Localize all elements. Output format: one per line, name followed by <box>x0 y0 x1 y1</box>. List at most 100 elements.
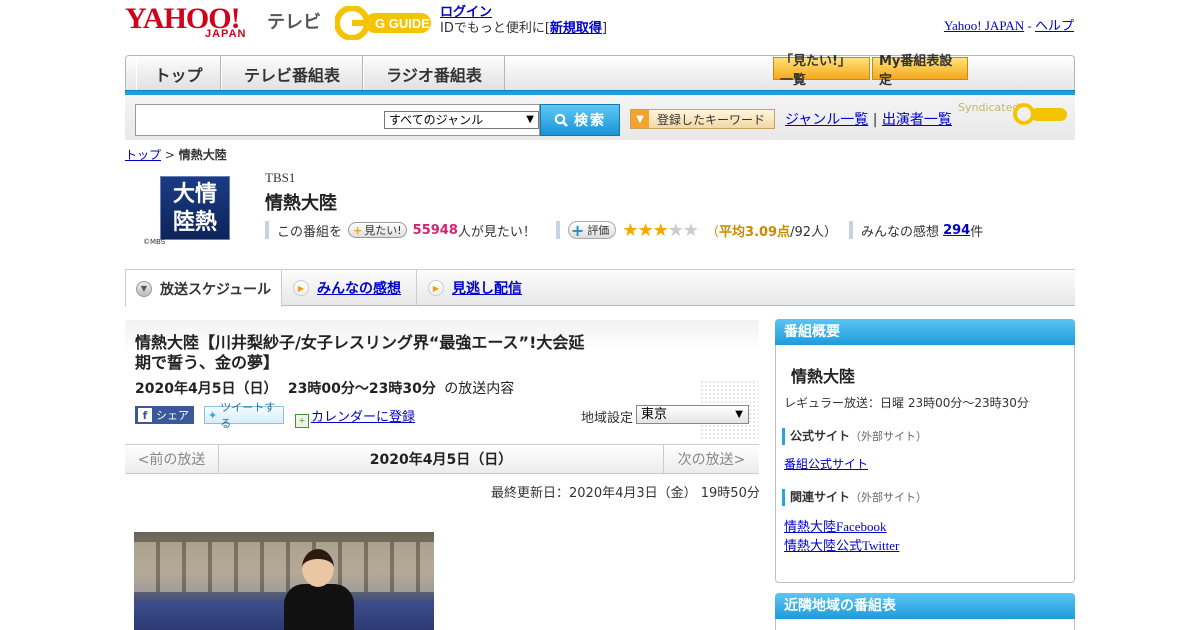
registered-keyword-button[interactable]: ▼ 登録したキーワード <box>630 109 775 129</box>
facebook-icon: f <box>138 408 152 422</box>
tab-schedule-label: 放送スケジュール <box>160 281 272 298</box>
login-link[interactable]: ログイン <box>440 5 492 20</box>
facebook-share-label: シェア <box>156 409 189 422</box>
photo-person-body <box>284 584 354 630</box>
program-thumbnail: 大情 陸熱 <box>160 176 230 240</box>
nearby-schedule-heading: 近隣地域の番組表 <box>775 593 1075 619</box>
header-separator: - <box>1027 18 1032 33</box>
calendar-icon: + <box>295 414 309 428</box>
breadcrumb-top-link[interactable]: トップ <box>125 148 161 162</box>
genre-select-value: すべてのジャンル <box>389 113 484 127</box>
official-site-label: 公式サイト <box>790 429 851 443</box>
mitai-list-button[interactable]: 「見たい!」一覧 <box>773 54 870 88</box>
rating-average: （平均3.09点/92人） <box>706 221 837 240</box>
copyright-label: ©MBS <box>143 238 166 246</box>
breadcrumb: トップ > 情熱大陸 <box>125 146 227 163</box>
related-link-facebook[interactable]: 情熱大陸Facebook <box>784 516 887 535</box>
main-nav: トップ テレビ番組表 ラジオ番組表 「見たい!」一覧 My番組表設定 <box>125 54 1075 91</box>
search-links-divider: | <box>872 112 878 128</box>
external-note: （外部サイト） <box>850 430 928 443</box>
episode-date-suffix: の放送内容 <box>444 381 515 397</box>
rating-average-value: 平均3.09点 <box>719 224 791 240</box>
rating-button[interactable]: + 評価 <box>567 220 617 240</box>
program-stats: この番組を + 見たい! 55948 人が見たい！ + 評価 ★★★★★ （平均3.… <box>265 219 984 241</box>
rating-average-count: /92人） <box>790 224 838 240</box>
episode-photo <box>134 532 434 630</box>
reviews-prefix: みんなの感想 <box>861 224 940 240</box>
help-link[interactable]: ヘルプ <box>1035 18 1074 33</box>
tweet-label: ツイートする <box>220 401 276 430</box>
triangle-right-icon: ▶ <box>428 280 444 296</box>
episode-date: 2020年4月5日（日） <box>135 381 278 397</box>
search-icon <box>554 113 568 127</box>
nav-tab-tv-schedule[interactable]: テレビ番組表 <box>221 56 363 91</box>
login-prompt: IDでもっと便利に[ <box>440 21 550 36</box>
nav-tab-top[interactable]: トップ <box>136 56 221 91</box>
program-tabs: ▼ 放送スケジュール ▶ みんなの感想 ▶ 見逃し配信 <box>125 269 1075 307</box>
register-link[interactable]: 新規取得 <box>550 21 602 36</box>
tv-logo-text[interactable]: テレビ <box>267 8 321 34</box>
facebook-share-button[interactable]: f シェア <box>135 406 194 424</box>
cast-list-link[interactable]: 出演者一覧 <box>882 112 952 128</box>
prev-broadcast-button[interactable]: <前の放送 <box>125 445 219 473</box>
photo-person <box>284 544 354 630</box>
top-right-links: Yahoo! JAPAN - ヘルプ <box>944 15 1074 34</box>
plus-icon: + <box>570 220 585 240</box>
calendar-register-link[interactable]: カレンダーに登録 <box>311 410 415 425</box>
star-empty-icon: ★ <box>682 219 699 241</box>
program-thumbnail-line1: 大情 <box>172 182 217 207</box>
overview-program-name: 情熱大陸 <box>791 367 856 386</box>
region-label: 地域設定 <box>581 411 634 426</box>
program-title: 情熱大陸 <box>265 193 337 214</box>
tab-schedule[interactable]: ▼ 放送スケジュール <box>125 269 282 307</box>
episode-datetime: 2020年4月5日（日） 23時00分～23時30分 の放送内容 <box>135 378 514 398</box>
search-button[interactable]: 検索 <box>540 104 620 136</box>
stats-divider <box>265 221 269 239</box>
triangle-right-icon: ▶ <box>293 280 309 296</box>
rating-stars: ★★★★★ <box>622 219 699 241</box>
login-prompt-end: ] <box>601 21 608 36</box>
registered-keyword-label: 登録したキーワード <box>657 112 766 127</box>
tab-reviews-link[interactable]: みんなの感想 <box>317 278 401 298</box>
external-note: （外部サイト） <box>850 491 928 504</box>
yahoo-japan-link[interactable]: Yahoo! JAPAN <box>944 18 1024 33</box>
reviews-suffix: 件 <box>970 224 984 240</box>
want-to-watch-button[interactable]: + 見たい! <box>348 222 407 238</box>
tweet-button[interactable]: ✦ ツイートする <box>204 401 284 430</box>
genre-list-link[interactable]: ジャンル一覧 <box>785 112 868 128</box>
next-broadcast-button[interactable]: 次の放送> <box>663 445 759 473</box>
photo-person-face <box>302 549 334 587</box>
gguide-logo[interactable]: G GUIDE <box>335 6 433 40</box>
related-link-twitter[interactable]: 情熱大陸公式Twitter <box>784 535 899 554</box>
syndicated-label: Syndicated <box>958 101 1020 114</box>
gguide-syndicated-logo <box>1013 103 1067 125</box>
broadcast-date-nav: <前の放送 2020年4月5日（日） 次の放送> <box>125 444 759 474</box>
tab-missed-link[interactable]: 見逃し配信 <box>452 278 522 298</box>
related-site-heading: 関連サイト（外部サイト） <box>782 489 927 506</box>
my-schedule-button[interactable]: My番組表設定 <box>872 54 968 88</box>
episode-title: 情熱大陸【川井梨紗子/女子レスリング界“最強エース”!大会延期で誓う、金の夢】 <box>135 333 585 372</box>
want-prefix: この番組を <box>277 224 343 240</box>
genre-select[interactable]: すべてのジャンル ▼ <box>384 111 539 129</box>
search-button-label: 検索 <box>574 113 606 129</box>
official-site-heading: 公式サイト（外部サイト） <box>782 428 927 445</box>
tab-reviews[interactable]: ▶ みんなの感想 <box>283 270 417 306</box>
search-links: ジャンル一覧 | 出演者一覧 <box>785 109 952 129</box>
regular-broadcast: レギュラー放送：日曜 23時00分～23時30分 <box>784 396 1029 410</box>
twitter-bird-icon: ✦ <box>208 408 218 422</box>
official-site-link[interactable]: 番組公式サイト <box>784 455 868 472</box>
reviews-count-link[interactable]: 294 <box>943 223 970 238</box>
nearby-schedule-panel: 近隣地域の番組表 <box>775 593 1075 630</box>
login-area: ログイン IDでもっと便利に[新規取得] <box>440 5 607 37</box>
tab-missed[interactable]: ▶ 見逃し配信 <box>418 270 538 306</box>
episode-time: 23時00分～23時30分 <box>287 381 436 397</box>
yahoo-japan-sublogo: JAPAN <box>205 28 247 40</box>
region-select[interactable]: 東京 ▼ <box>636 405 749 424</box>
nav-tab-radio-schedule[interactable]: ラジオ番組表 <box>363 56 505 91</box>
calendar-register[interactable]: + カレンダーに登録 <box>295 406 415 428</box>
gguide-logo-text: G GUIDE <box>375 16 430 31</box>
related-site-label: 関連サイト <box>790 490 851 504</box>
star-filled-icon: ★ <box>637 219 653 241</box>
chevron-down-icon: ▼ <box>526 114 534 125</box>
want-count: 55948 <box>412 222 458 238</box>
